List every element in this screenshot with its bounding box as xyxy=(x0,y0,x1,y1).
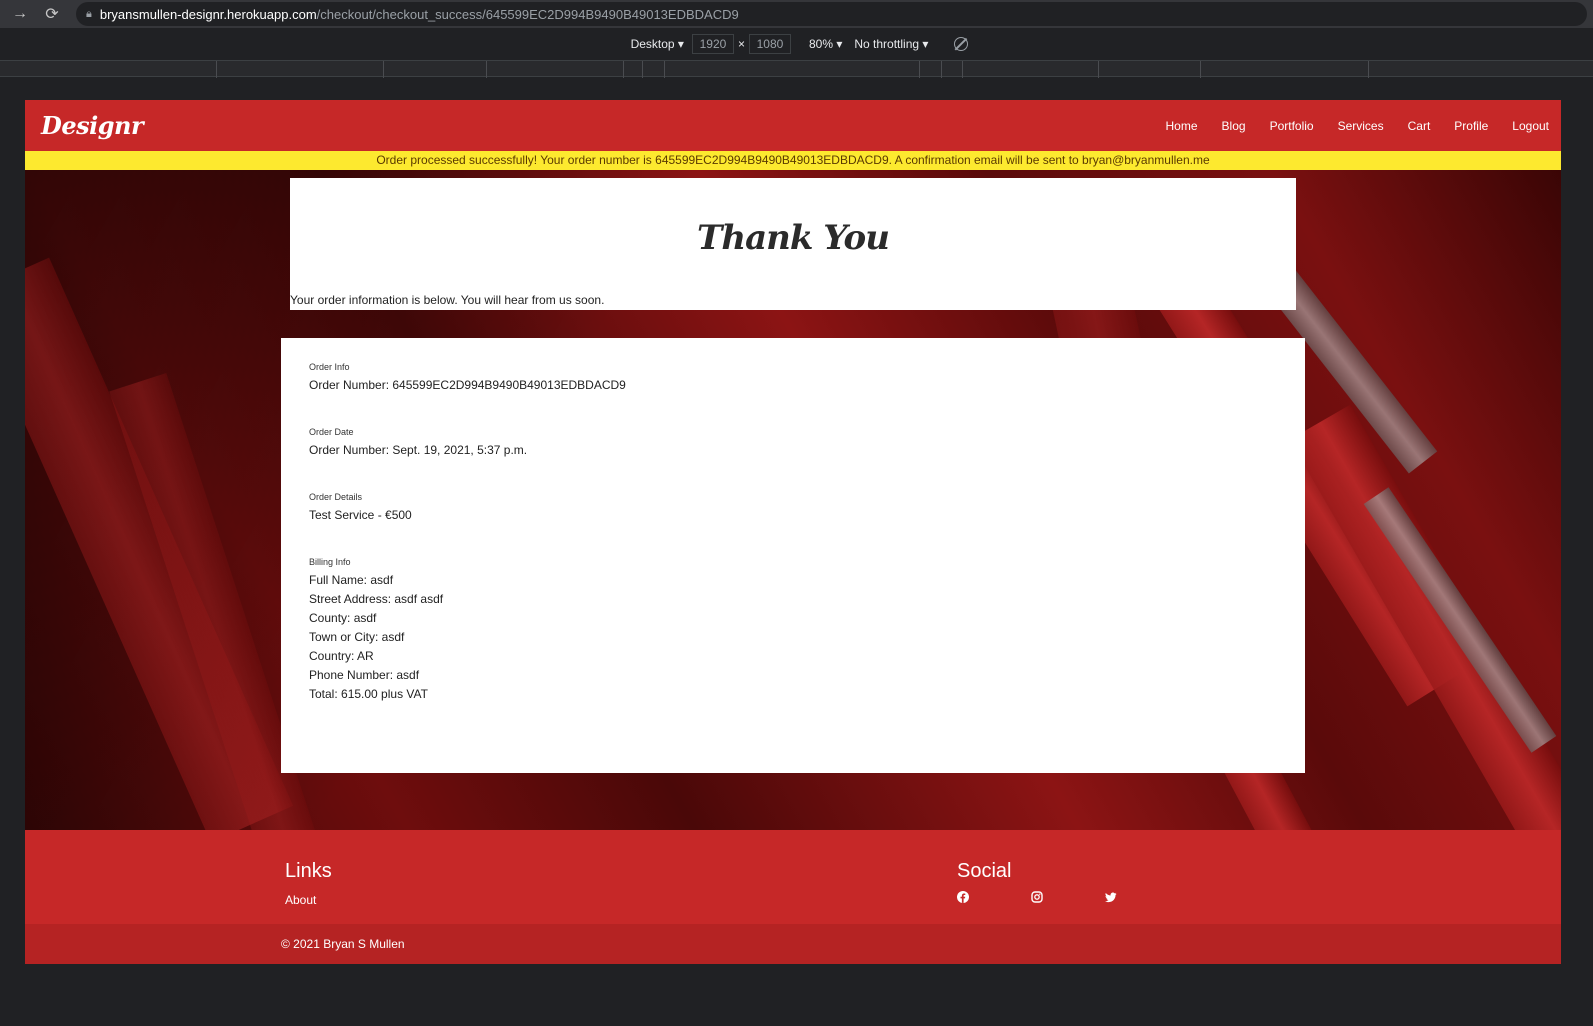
billing-town: Town or City: asdf xyxy=(309,630,405,644)
billing-total: Total: 615.00 plus VAT xyxy=(309,687,428,701)
nav-services[interactable]: Services xyxy=(1338,119,1384,133)
footer-social-column: Social xyxy=(957,860,1179,903)
footer-links-column: Links About xyxy=(285,860,332,909)
media-query-ruler[interactable] xyxy=(0,60,1593,78)
footer-about-link[interactable]: About xyxy=(285,893,316,907)
order-summary-card: Order Info Order Number: 645599EC2D994B9… xyxy=(281,338,1305,773)
twitter-icon[interactable] xyxy=(1105,891,1117,903)
nav-profile[interactable]: Profile xyxy=(1454,119,1488,133)
nav-portfolio[interactable]: Portfolio xyxy=(1270,119,1314,133)
billing-info-section: Billing Info Full Name: asdf Street Addr… xyxy=(309,557,1277,704)
main-nav: Home Blog Portfolio Services Cart Profil… xyxy=(1142,119,1549,133)
order-date-section: Order Date Order Number: Sept. 19, 2021,… xyxy=(309,427,1277,460)
order-date: Order Number: Sept. 19, 2021, 5:37 p.m. xyxy=(309,443,528,457)
order-info-section: Order Info Order Number: 645599EC2D994B9… xyxy=(309,362,1277,395)
rotate-icon[interactable] xyxy=(954,37,969,51)
facebook-icon[interactable] xyxy=(957,891,969,903)
throttling-select[interactable]: No throttling ▾ xyxy=(854,37,928,51)
width-input[interactable]: 1920 xyxy=(691,34,734,54)
site-footer: Links About Social © 2021 Bryan S Mullen xyxy=(25,830,1561,964)
thank-you-card: Thank You Your order information is belo… xyxy=(290,178,1296,310)
thank-you-subtitle: Your order information is below. You wil… xyxy=(290,293,605,307)
device-select[interactable]: Desktop ▾ xyxy=(631,37,684,51)
site-logo[interactable]: Designr xyxy=(41,111,144,140)
order-details-label: Order Details xyxy=(309,492,363,502)
url-path: /checkout/checkout_success/645599EC2D994… xyxy=(316,6,739,22)
nav-cart[interactable]: Cart xyxy=(1408,119,1431,133)
url-host: bryansmullen-designr.herokuapp.com xyxy=(99,6,317,22)
billing-full-name: Full Name: asdf xyxy=(309,573,394,587)
page-title: Thank You xyxy=(697,218,890,258)
billing-phone: Phone Number: asdf xyxy=(309,668,420,682)
zoom-select[interactable]: 80% ▾ xyxy=(809,37,842,51)
reload-icon[interactable]: ⟳ xyxy=(40,2,64,26)
lock-icon: 🔒︎ xyxy=(86,7,92,20)
dimension-separator: × xyxy=(737,37,745,51)
billing-county: County: asdf xyxy=(309,611,377,625)
order-details-section: Order Details Test Service - €500 xyxy=(309,492,1277,525)
footer-social-heading: Social xyxy=(957,860,1012,882)
browser-address-bar: → ⟳ 🔒︎ bryansmullen-designr.herokuapp.co… xyxy=(0,0,1593,28)
order-details: Test Service - €500 xyxy=(309,508,412,522)
order-date-label: Order Date xyxy=(309,427,354,437)
nav-logout[interactable]: Logout xyxy=(1512,119,1549,133)
device-toolbar: Desktop ▾ 1920 × 1080 80% ▾ No throttlin… xyxy=(0,28,1593,60)
success-alert: Order processed successfully! Your order… xyxy=(25,151,1561,170)
order-number: Order Number: 645599EC2D994B9490B49013ED… xyxy=(309,378,626,392)
page-viewport: Designr Home Blog Portfolio Services Car… xyxy=(25,100,1561,964)
footer-bottom-bar xyxy=(25,924,1561,964)
height-input[interactable]: 1080 xyxy=(748,34,791,54)
nav-blog[interactable]: Blog xyxy=(1222,119,1246,133)
billing-street-address: Street Address: asdf asdf xyxy=(309,592,444,606)
forward-icon[interactable]: → xyxy=(8,2,32,26)
url-field[interactable]: 🔒︎ bryansmullen-designr.herokuapp.com /c… xyxy=(76,2,1587,26)
billing-info-label: Billing Info xyxy=(309,557,351,567)
footer-links-heading: Links xyxy=(285,860,332,882)
instagram-icon[interactable] xyxy=(1031,891,1043,903)
order-info-label: Order Info xyxy=(309,362,350,372)
billing-country: Country: AR xyxy=(309,649,374,663)
nav-home[interactable]: Home xyxy=(1166,119,1198,133)
social-icons-row xyxy=(957,891,1179,903)
copyright-text: © 2021 Bryan S Mullen xyxy=(281,937,405,951)
site-header: Designr Home Blog Portfolio Services Car… xyxy=(25,100,1561,151)
